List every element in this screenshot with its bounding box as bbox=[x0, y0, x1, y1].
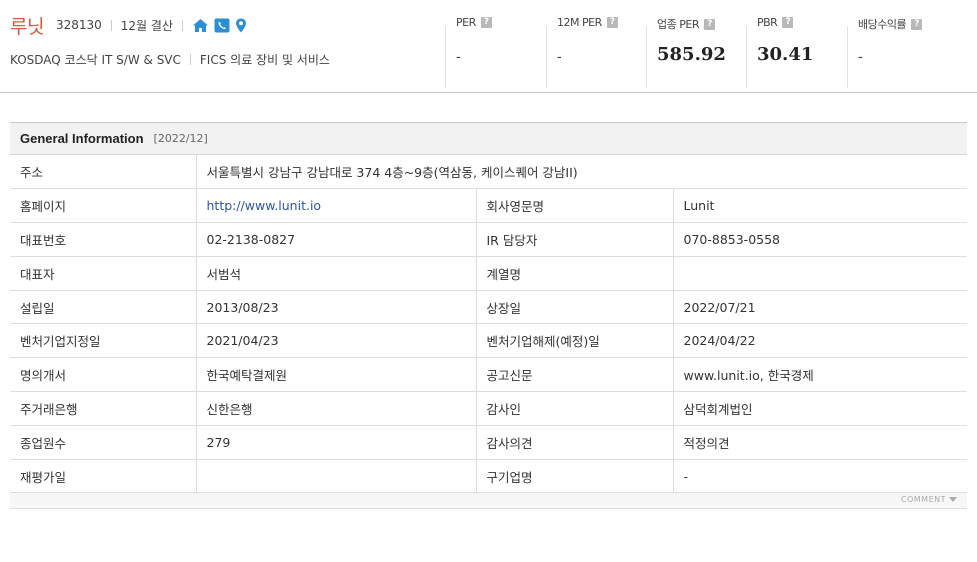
row-value: 2013/08/23 bbox=[195, 290, 476, 325]
table-row: 홈페이지 http://www.lunit.io 회사영문명 Lunit bbox=[10, 188, 968, 224]
metric-label: 12M PER bbox=[557, 16, 602, 29]
row-value: 02-2138-0827 bbox=[195, 222, 476, 257]
row-value: 279 bbox=[195, 425, 476, 460]
market-classification: KOSDAQ 코스닥 IT S/W & SVC bbox=[10, 52, 181, 67]
table-row: 재평가일 구기업명 - bbox=[10, 459, 968, 494]
settlement-month: 12월 결산 bbox=[120, 18, 173, 33]
row-label: 감사의견 bbox=[475, 425, 673, 460]
row-label: 상장일 bbox=[475, 290, 673, 325]
table-row: 주거래은행 신한은행 감사인 삼덕회계법인 bbox=[10, 391, 968, 426]
general-information-panel: General Information [2022/12] 주소 서울특별시 강… bbox=[10, 122, 968, 510]
divider bbox=[847, 26, 848, 88]
company-header: 루닛 328130 12월 결산 KOSDAQ 코스닥 IT S/W & SVC… bbox=[0, 0, 977, 93]
address-label: 주소 bbox=[10, 155, 196, 190]
table-row: 명의개서 한국예탁결제원 공고신문 www.lunit.io, 한국경제 bbox=[10, 357, 968, 393]
metric-label: 배당수익률 bbox=[858, 18, 907, 31]
row-value: 한국예탁결제원 bbox=[195, 357, 476, 393]
row-label: 벤처기업해제(예정)일 bbox=[475, 323, 673, 359]
table-row: 대표자 서범석 계열명 bbox=[10, 256, 968, 291]
help-icon[interactable]: ? bbox=[606, 17, 618, 28]
section-header: General Information [2022/12] bbox=[10, 123, 967, 155]
metric-value: 30.41 bbox=[757, 44, 814, 65]
phone-icon[interactable] bbox=[214, 18, 230, 33]
chevron-down-icon bbox=[949, 497, 957, 503]
metric-label: 업종 PER bbox=[657, 18, 699, 31]
row-label: 설립일 bbox=[10, 290, 196, 325]
row-label: 명의개서 bbox=[10, 357, 196, 393]
row-value: 적정의견 bbox=[672, 425, 968, 460]
row-value bbox=[672, 256, 968, 291]
general-info-table: 주소 서울특별시 강남구 강남대로 374 4층~9층(역삼동, 케이스퀘어 강… bbox=[10, 155, 968, 494]
row-label: 계열명 bbox=[475, 256, 673, 291]
metric-dividend-yield: 배당수익률? - bbox=[858, 16, 923, 76]
row-label: 감사인 bbox=[475, 391, 673, 426]
row-label: 대표번호 bbox=[10, 222, 196, 257]
homepage-cell: http://www.lunit.io bbox=[195, 188, 476, 224]
company-title-line: 루닛 328130 12월 결산 bbox=[10, 12, 247, 38]
metric-industry-per: 업종 PER? 585.92 bbox=[657, 16, 726, 76]
section-title: General Information bbox=[20, 131, 144, 146]
row-label: 주거래은행 bbox=[10, 391, 196, 426]
comment-toggle[interactable]: COMMENT bbox=[901, 495, 957, 504]
metric-value: - bbox=[456, 50, 461, 65]
help-icon[interactable]: ? bbox=[911, 18, 923, 30]
metric-per: PER? - bbox=[456, 16, 492, 76]
table-row: 대표번호 02-2138-0827 IR 담당자 070-8853-0558 bbox=[10, 222, 968, 257]
company-classification: KOSDAQ 코스닥 IT S/W & SVC FICS 의료 장비 및 서비스 bbox=[10, 49, 330, 69]
metric-label: PBR bbox=[757, 16, 778, 29]
comment-label: COMMENT bbox=[900, 495, 946, 505]
home-icon[interactable] bbox=[192, 18, 209, 33]
help-icon[interactable]: ? bbox=[703, 18, 715, 30]
metric-label: PER bbox=[456, 16, 476, 29]
section-date: [2022/12] bbox=[153, 132, 208, 145]
help-icon[interactable]: ? bbox=[782, 17, 794, 28]
table-row: 종업원수 279 감사의견 적정의견 bbox=[10, 425, 968, 460]
row-label: 벤처기업지정일 bbox=[10, 323, 196, 359]
row-label: 구기업명 bbox=[475, 459, 673, 494]
divider bbox=[746, 26, 747, 88]
location-icon[interactable] bbox=[235, 18, 247, 33]
row-value: 070-8853-0558 bbox=[672, 222, 968, 257]
metric-value: 585.92 bbox=[657, 44, 726, 65]
metric-12m-per: 12M PER? - bbox=[557, 16, 618, 76]
stock-code: 328130 bbox=[55, 18, 102, 32]
row-label: 회사영문명 bbox=[475, 188, 673, 224]
divider bbox=[110, 19, 112, 31]
row-label: 홈페이지 bbox=[10, 188, 196, 224]
row-label: 대표자 bbox=[10, 256, 196, 291]
row-label: 재평가일 bbox=[10, 459, 196, 494]
divider bbox=[445, 26, 446, 88]
metric-value: - bbox=[557, 50, 562, 65]
metric-value: - bbox=[858, 50, 863, 65]
company-name: 루닛 bbox=[10, 15, 44, 38]
divider bbox=[546, 26, 547, 88]
row-value: 2022/07/21 bbox=[672, 290, 968, 325]
row-value: 신한은행 bbox=[195, 391, 476, 426]
address-value: 서울특별시 강남구 강남대로 374 4층~9층(역삼동, 케이스퀘어 강남II… bbox=[195, 155, 968, 190]
divider bbox=[646, 26, 647, 88]
row-value: 삼덕회계법인 bbox=[672, 391, 968, 426]
company-icons bbox=[192, 18, 247, 33]
row-label: 공고신문 bbox=[475, 357, 673, 393]
row-label: 종업원수 bbox=[10, 425, 196, 460]
row-label: IR 담당자 bbox=[475, 222, 673, 257]
row-value: 서범석 bbox=[195, 256, 476, 291]
fics-classification: FICS 의료 장비 및 서비스 bbox=[199, 52, 330, 67]
comment-bar: COMMENT bbox=[10, 493, 967, 510]
row-value: 2021/04/23 bbox=[195, 323, 476, 359]
divider bbox=[182, 19, 183, 31]
table-row: 벤처기업지정일 2021/04/23 벤처기업해제(예정)일 2024/04/2… bbox=[10, 323, 968, 359]
metric-pbr: PBR? 30.41 bbox=[757, 16, 813, 76]
table-row: 설립일 2013/08/23 상장일 2022/07/21 bbox=[10, 290, 968, 325]
divider bbox=[189, 53, 191, 65]
row-value: www.lunit.io, 한국경제 bbox=[672, 357, 968, 393]
table-row: 주소 서울특별시 강남구 강남대로 374 4층~9층(역삼동, 케이스퀘어 강… bbox=[10, 155, 968, 190]
row-value bbox=[195, 459, 476, 494]
row-value: Lunit bbox=[672, 188, 968, 224]
homepage-link[interactable]: http://www.lunit.io bbox=[207, 198, 322, 213]
row-value: - bbox=[672, 459, 968, 494]
row-value: 2024/04/22 bbox=[672, 323, 968, 359]
help-icon[interactable]: ? bbox=[480, 17, 492, 28]
